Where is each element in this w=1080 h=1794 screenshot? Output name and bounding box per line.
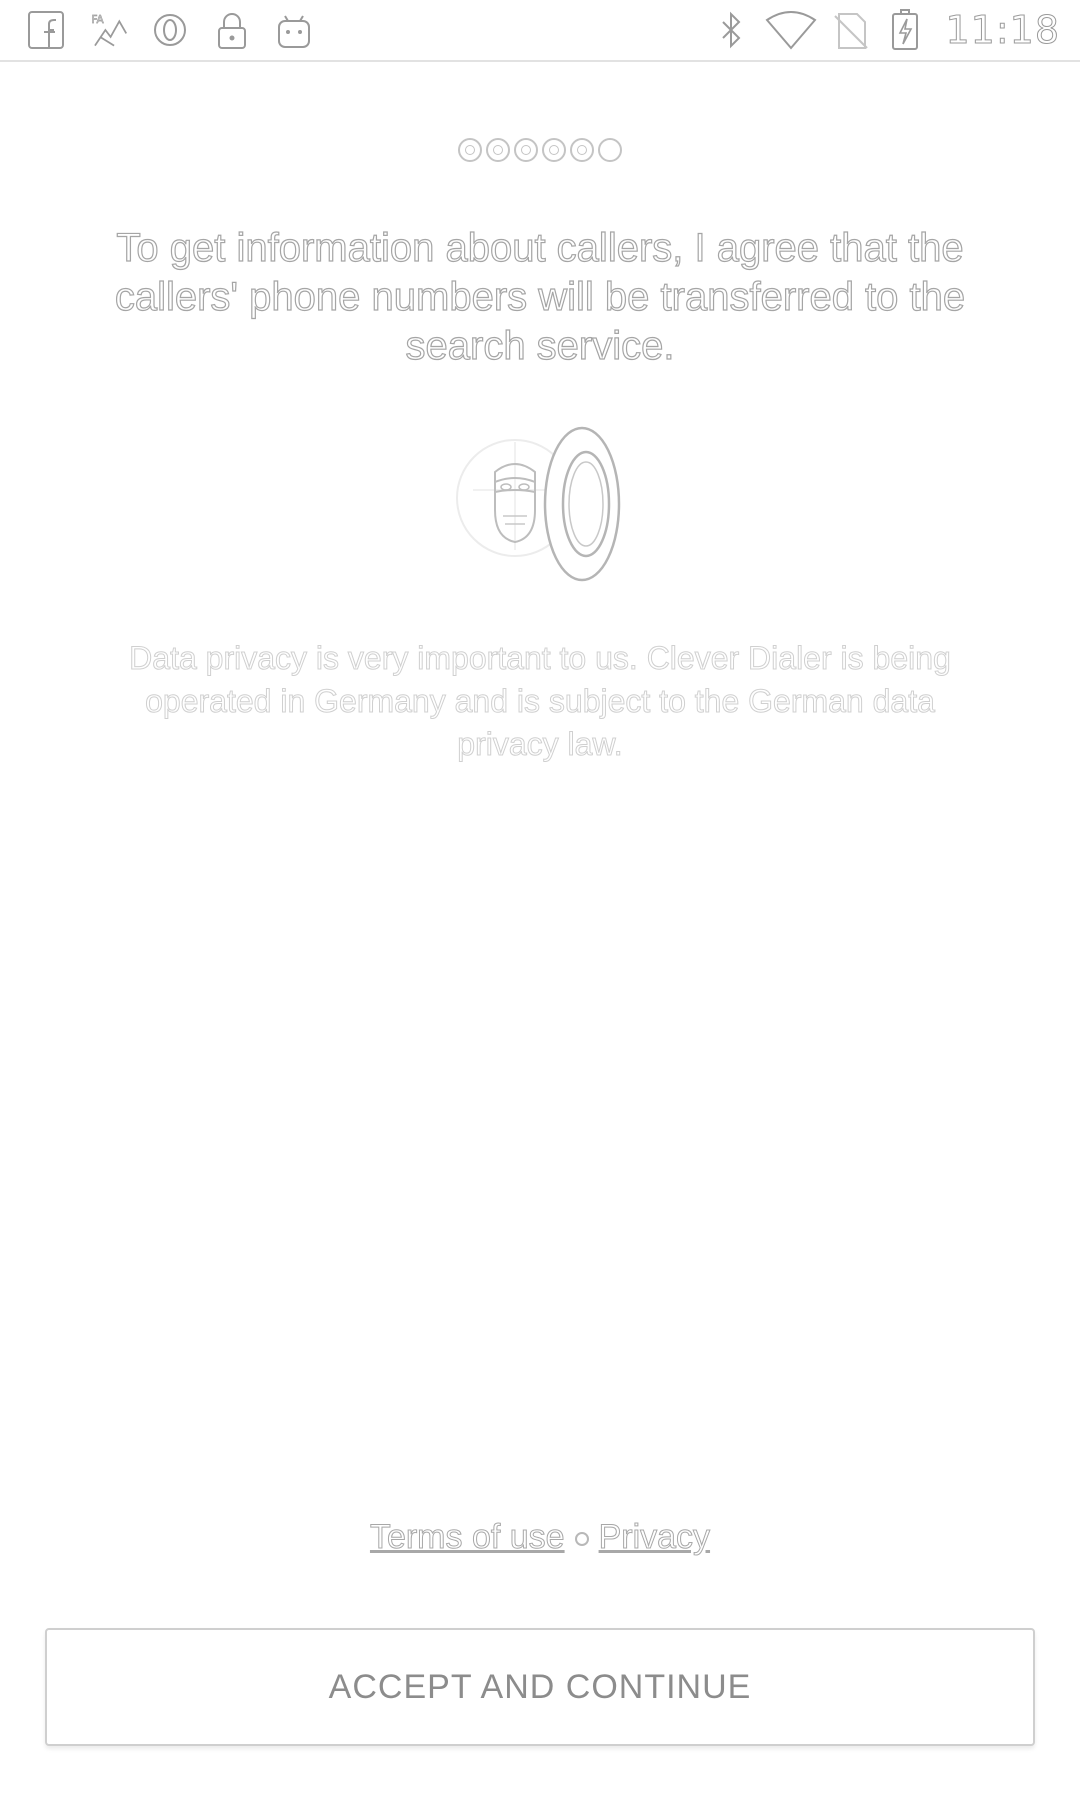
consent-headline: To get information about callers, I agre… xyxy=(114,225,966,368)
privacy-link[interactable]: Privacy xyxy=(598,1518,710,1557)
android-icon xyxy=(274,8,314,52)
legal-links: Terms of use Privacy xyxy=(0,1518,1080,1557)
lock-icon xyxy=(212,8,252,52)
system-icons: 11:18 xyxy=(711,8,1060,53)
facebook-icon xyxy=(26,8,66,52)
page-indicator xyxy=(0,138,1080,162)
wifi-icon xyxy=(765,8,817,52)
privacy-description: Data privacy is very important to us. Cl… xyxy=(129,640,952,763)
accept-and-continue-button[interactable]: ACCEPT AND CONTINUE xyxy=(45,1628,1035,1746)
page-dot xyxy=(542,138,566,162)
page-dot xyxy=(486,138,510,162)
battery-charging-icon xyxy=(885,8,925,52)
privacy-shield-icon xyxy=(455,420,635,590)
fa-map-icon: FA xyxy=(88,8,128,52)
no-sim-icon xyxy=(831,8,871,52)
notification-icons: FA xyxy=(26,8,314,52)
terms-of-use-link[interactable]: Terms of use xyxy=(369,1518,565,1557)
bluetooth-icon xyxy=(711,8,751,52)
page-dot xyxy=(458,138,482,162)
svg-text:FA: FA xyxy=(91,14,104,26)
status-bar: FA 11:18 xyxy=(0,0,1080,62)
page-dot xyxy=(570,138,594,162)
opera-icon xyxy=(150,8,190,52)
status-clock: 11:18 xyxy=(945,8,1060,53)
page-dot xyxy=(514,138,538,162)
page-dot-active xyxy=(598,138,622,162)
link-separator xyxy=(574,1532,589,1547)
